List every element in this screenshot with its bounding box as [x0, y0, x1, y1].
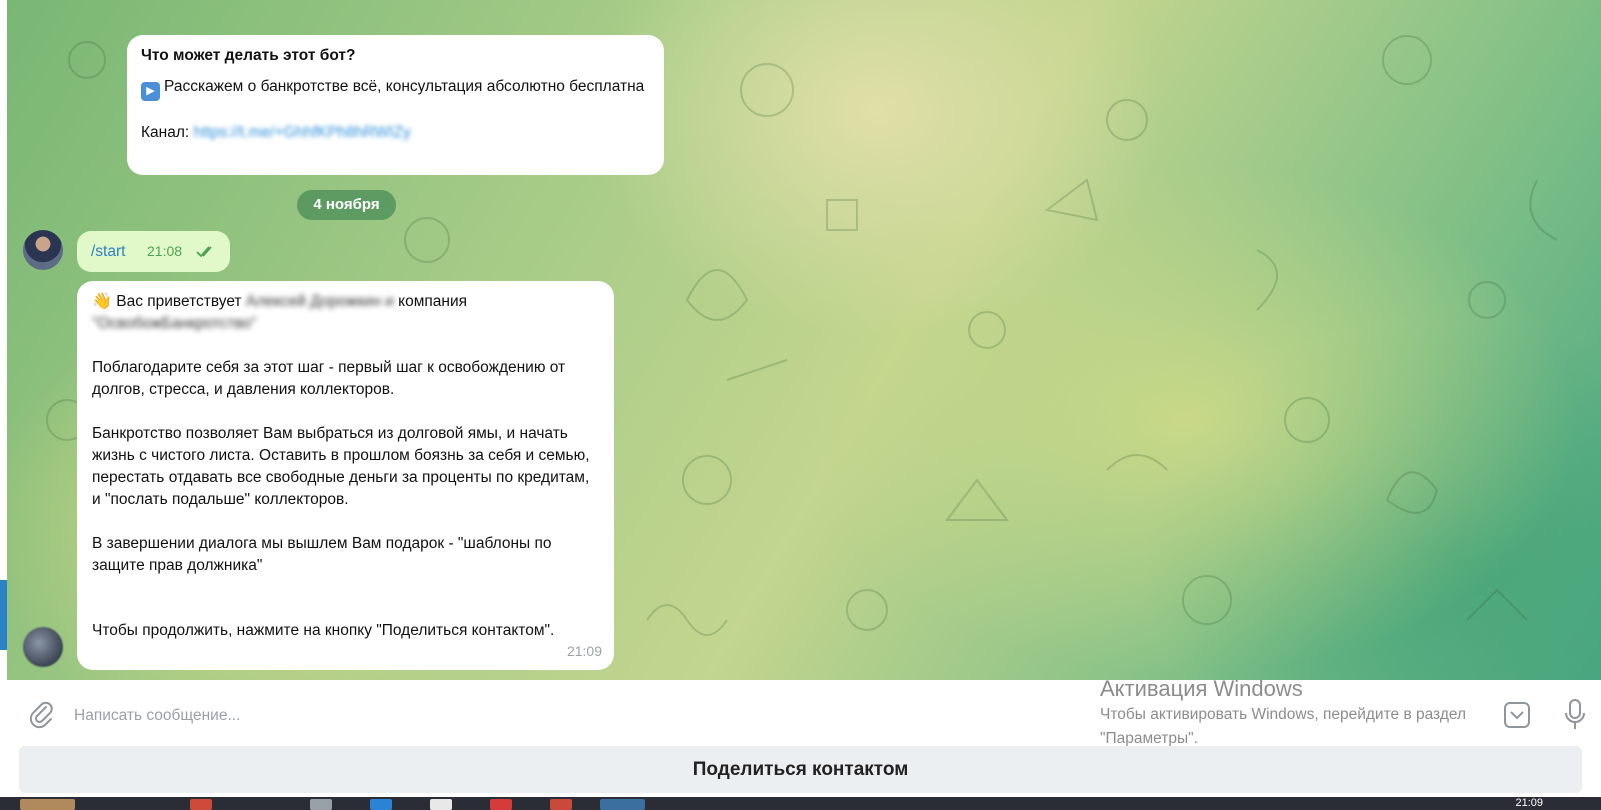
sticker-icon[interactable] — [1502, 700, 1532, 730]
waving-hand-emoji-icon: 👋 — [92, 293, 112, 310]
outgoing-message: /start 21:08 — [77, 231, 230, 272]
taskbar-app-4[interactable] — [370, 799, 392, 810]
channel-link[interactable]: https://t.me/+GhhfKPh8hRWIZy — [194, 124, 411, 141]
outgoing-message-time: 21:08 — [147, 243, 183, 259]
message-paragraph-4: Чтобы продолжить, нажмите на кнопку "Под… — [92, 622, 555, 639]
bot-info-card: Что может делать этот бот? ▶ Расскажем о … — [127, 35, 664, 175]
greeting-end: компания — [398, 293, 468, 310]
message-composer — [7, 680, 1601, 750]
taskbar-app-6[interactable] — [490, 799, 512, 810]
bot-info-channel: Канал: https://t.me/+GhhfKPh8hRWIZy — [141, 122, 650, 144]
greeting-line: 👋 Вас приветствует Алексей Дорожкин и ко… — [92, 291, 599, 313]
user-avatar[interactable] — [23, 230, 63, 270]
play-button-emoji-icon: ▶ — [141, 82, 160, 101]
double-check-icon — [196, 246, 212, 258]
taskbar-app-2[interactable] — [190, 799, 212, 810]
share-contact-button[interactable]: Поделиться контактом — [19, 746, 1582, 793]
message-input[interactable] — [72, 698, 976, 734]
windows-taskbar: 21:09 — [0, 797, 1601, 810]
taskbar-app-5[interactable] — [430, 799, 452, 810]
taskbar-app-1[interactable] — [20, 799, 75, 810]
bot-avatar[interactable] — [23, 627, 63, 667]
outgoing-message-text[interactable]: /start — [91, 243, 125, 260]
bot-info-description: ▶ Расскажем о банкротстве всё, консультац… — [141, 76, 650, 101]
left-panel-accent — [0, 580, 7, 650]
greeting-start: Вас приветствует — [116, 293, 242, 310]
microphone-icon[interactable] — [1562, 698, 1588, 732]
paperclip-icon[interactable] — [29, 700, 55, 730]
taskbar-clock: 21:09 — [1515, 797, 1543, 809]
message-paragraph-1: Поблагодарите себя за этот шаг - первый … — [92, 359, 566, 398]
date-separator: 4 ноября — [297, 190, 396, 220]
channel-label: Канал: — [141, 124, 190, 141]
bot-info-title: Что может делать этот бот? — [141, 47, 356, 64]
taskbar-app-7[interactable] — [550, 799, 572, 810]
company-name-blurred: "ОсвобожБанкротство" — [92, 315, 257, 332]
greeting-name-blurred: Алексей Дорожкин и — [245, 293, 394, 310]
taskbar-app-3[interactable] — [310, 799, 332, 810]
bot-welcome-message: 👋 Вас приветствует Алексей Дорожкин и ко… — [77, 281, 614, 670]
bot-info-description-text: Расскажем о банкротстве всё, консультаци… — [164, 78, 645, 95]
left-panel-edge — [0, 0, 7, 680]
message-paragraph-2: Банкротство позволяет Вам выбраться из д… — [92, 425, 590, 508]
message-paragraph-3: В завершении диалога мы вышлем Вам подар… — [92, 535, 552, 574]
bot-message-time: 21:09 — [566, 643, 602, 659]
taskbar-app-telegram[interactable] — [600, 799, 645, 810]
